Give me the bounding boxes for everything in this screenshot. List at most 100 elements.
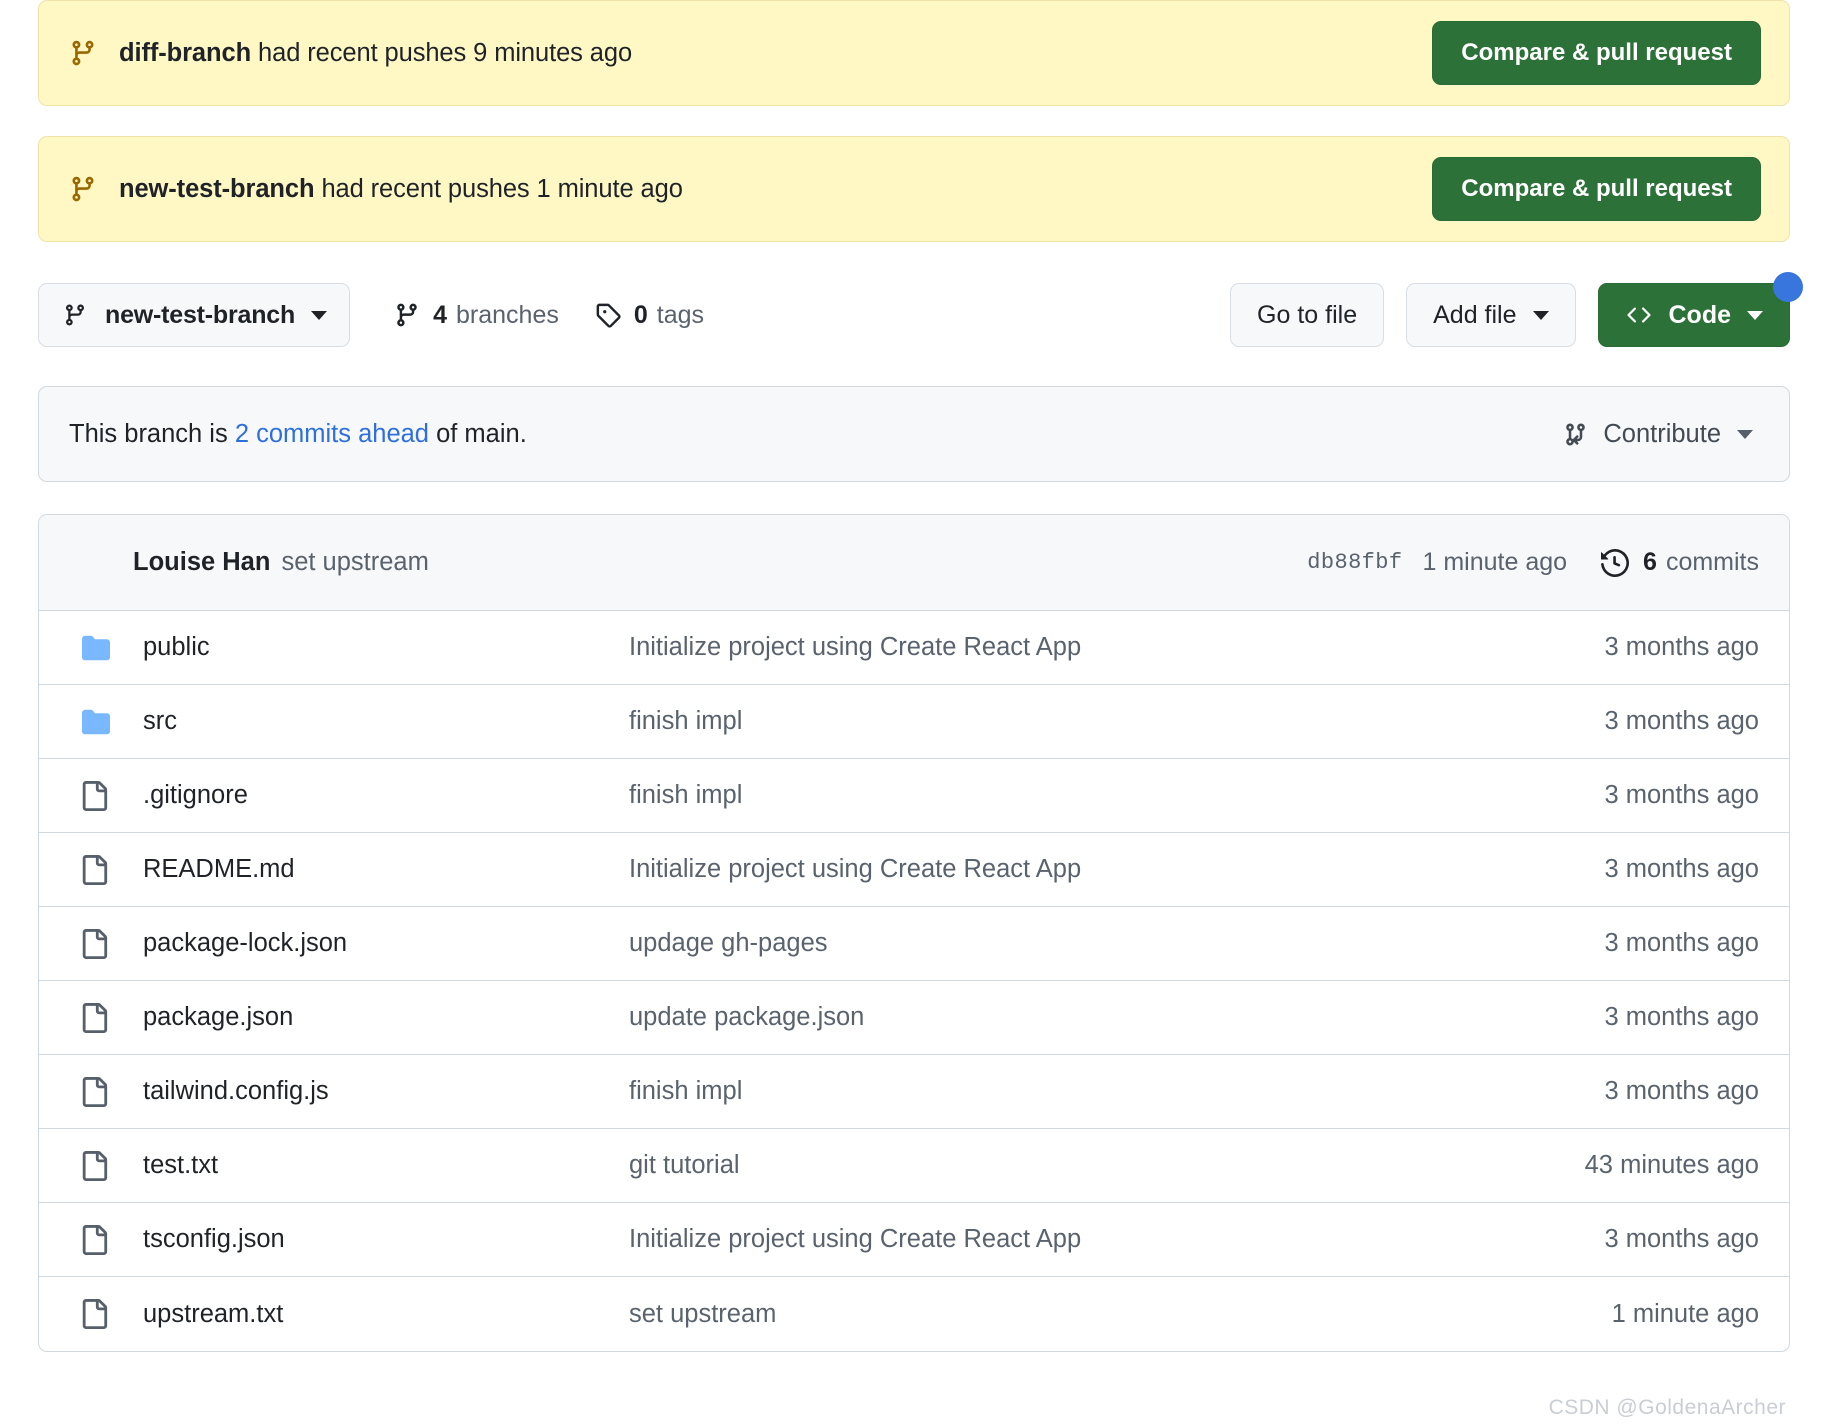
file-name-link[interactable]: package.json: [143, 1003, 293, 1032]
file-commit-message[interactable]: update package.json: [629, 1003, 1604, 1032]
chevron-down-icon: [1532, 310, 1549, 320]
file-name-cell: public: [39, 633, 629, 662]
branch-icon: [72, 40, 94, 66]
table-row[interactable]: package-lock.json updage gh-pages 3 months…: [39, 907, 1789, 981]
table-row[interactable]: .gitignore finish impl 3 months ago: [39, 759, 1789, 833]
file-name-link[interactable]: test.txt: [143, 1151, 218, 1180]
banner-branch-name: diff-branch: [119, 38, 252, 67]
file-commit-message[interactable]: finish impl: [629, 781, 1604, 810]
file-rows-container: public Initialize project using Create Re…: [39, 611, 1789, 1351]
file-name-cell: test.txt: [39, 1150, 629, 1182]
file-commit-message[interactable]: updage gh-pages: [629, 929, 1604, 958]
banner-suffix: had recent pushes 1 minute ago: [314, 174, 683, 203]
chevron-down-icon: [311, 310, 328, 320]
file-commit-message[interactable]: Initialize project using Create React Ap…: [629, 855, 1604, 884]
branch-selector[interactable]: new-test-branch: [38, 283, 351, 347]
file-icon: [79, 780, 113, 812]
table-row[interactable]: public Initialize project using Create Re…: [39, 611, 1789, 685]
file-commit-message[interactable]: finish impl: [629, 1077, 1604, 1106]
add-file-label: Add file: [1433, 300, 1517, 329]
latest-commit-header: Louise Han set upstream db88fbf 1 minute…: [39, 515, 1789, 611]
tags-count-value: 0: [633, 300, 648, 329]
file-icon: [79, 1076, 113, 1108]
file-name-link[interactable]: README.md: [143, 855, 295, 884]
file-name-link[interactable]: tailwind.config.js: [143, 1077, 329, 1106]
file-name-cell: package-lock.json: [39, 928, 629, 960]
commits-ahead-link[interactable]: 2 commits ahead: [235, 420, 429, 448]
file-name-link[interactable]: tsconfig.json: [143, 1225, 285, 1254]
banner-message: diff-branch had recent pushes 9 minutes …: [69, 38, 1432, 68]
branch-icon: [72, 176, 94, 202]
branch-icon: [397, 303, 417, 327]
commits-count-link[interactable]: 6 commits: [1601, 548, 1759, 577]
file-icon: [79, 854, 113, 886]
banner-branch-name: new-test-branch: [119, 174, 315, 203]
file-name-cell: .gitignore: [39, 780, 629, 812]
file-name-link[interactable]: upstream.txt: [143, 1300, 283, 1329]
history-icon: [1601, 548, 1630, 577]
table-row[interactable]: tsconfig.json Initialize project using Cr…: [39, 1203, 1789, 1277]
table-row[interactable]: test.txt git tutorial 43 minutes ago: [39, 1129, 1789, 1203]
contribute-label: Contribute: [1603, 419, 1721, 448]
folder-icon: [79, 708, 113, 736]
contribute-button[interactable]: Contribute: [1562, 420, 1759, 449]
file-commit-message[interactable]: Initialize project using Create React Ap…: [629, 1225, 1604, 1254]
file-commit-time: 3 months ago: [1604, 781, 1759, 809]
compare-pull-request-button[interactable]: Compare & pull request: [1432, 21, 1761, 85]
file-commit-message[interactable]: git tutorial: [629, 1151, 1585, 1180]
table-row[interactable]: upstream.txt set upstream 1 minute ago: [39, 1277, 1789, 1351]
commits-count-label: commits: [1665, 548, 1759, 576]
file-name-cell: tsconfig.json: [39, 1224, 629, 1256]
pull-request-icon: [1566, 423, 1586, 445]
file-name-cell: README.md: [39, 854, 629, 886]
code-button[interactable]: Code: [1597, 272, 1803, 347]
watermark: CSDN @GoldenaArcher: [1548, 1396, 1786, 1419]
go-to-file-label: Go to file: [1257, 300, 1358, 329]
banner-text: new-test-branch had recent pushes 1 minu…: [119, 175, 683, 204]
code-brackets-icon: [1625, 303, 1653, 327]
add-file-button[interactable]: Add file: [1406, 283, 1576, 347]
branch-selector-label: new-test-branch: [105, 300, 296, 329]
recent-push-banner-diff-branch: diff-branch had recent pushes 9 minutes …: [38, 0, 1790, 106]
repository-page: diff-branch had recent pushes 9 minutes …: [0, 0, 1828, 1426]
file-name-link[interactable]: .gitignore: [143, 781, 248, 810]
file-name-link[interactable]: src: [143, 707, 177, 736]
file-commit-message[interactable]: finish impl: [629, 707, 1604, 736]
file-name-cell: tailwind.config.js: [39, 1076, 629, 1108]
banner-suffix: had recent pushes 9 minutes ago: [251, 38, 633, 67]
banner-message: new-test-branch had recent pushes 1 minu…: [69, 174, 1432, 204]
code-button-label: Code: [1668, 300, 1732, 329]
repo-toolbar: new-test-branch 4 branches 0 tags Go to …: [38, 272, 1803, 354]
branches-count[interactable]: 4 branches: [394, 301, 559, 330]
branch-status-suffix: of main.: [429, 419, 527, 448]
file-list-table: Louise Han set upstream db88fbf 1 minute…: [38, 514, 1790, 1352]
table-row[interactable]: tailwind.config.js finish impl 3 months ag…: [39, 1055, 1789, 1129]
go-to-file-button[interactable]: Go to file: [1230, 283, 1385, 347]
file-commit-message[interactable]: Initialize project using Create React Ap…: [629, 633, 1604, 662]
file-name-link[interactable]: public: [143, 633, 210, 662]
branch-comparison-bar: This branch is 2 commits ahead of main. …: [38, 386, 1790, 482]
commit-hash[interactable]: db88fbf: [1307, 550, 1402, 575]
file-icon: [79, 1002, 113, 1034]
file-name-cell: src: [39, 707, 629, 736]
commit-author[interactable]: Louise Han: [133, 548, 270, 577]
compare-pull-request-button[interactable]: Compare & pull request: [1432, 157, 1761, 221]
commit-message[interactable]: set upstream: [281, 548, 428, 577]
branch-icon: [65, 304, 84, 326]
file-icon: [79, 1224, 113, 1256]
file-icon: [79, 1298, 113, 1330]
file-commit-message[interactable]: set upstream: [629, 1300, 1612, 1329]
file-name-link[interactable]: package-lock.json: [143, 929, 347, 958]
tags-count[interactable]: 0 tags: [595, 301, 704, 330]
table-row[interactable]: README.md Initialize project using Create…: [39, 833, 1789, 907]
table-row[interactable]: src finish impl 3 months ago: [39, 685, 1789, 759]
tags-count-label: tags: [656, 300, 705, 329]
branch-status-text: This branch is 2 commits ahead of main.: [69, 420, 527, 449]
mouse-cursor-indicator: [1773, 272, 1803, 302]
chevron-down-icon: [1747, 310, 1763, 320]
file-commit-time: 3 months ago: [1604, 1003, 1759, 1031]
file-commit-time: 3 months ago: [1604, 707, 1759, 735]
file-commit-time: 3 months ago: [1604, 855, 1759, 883]
table-row[interactable]: package.json update package.json 3 months …: [39, 981, 1789, 1055]
file-commit-time: 43 minutes ago: [1584, 1151, 1759, 1179]
